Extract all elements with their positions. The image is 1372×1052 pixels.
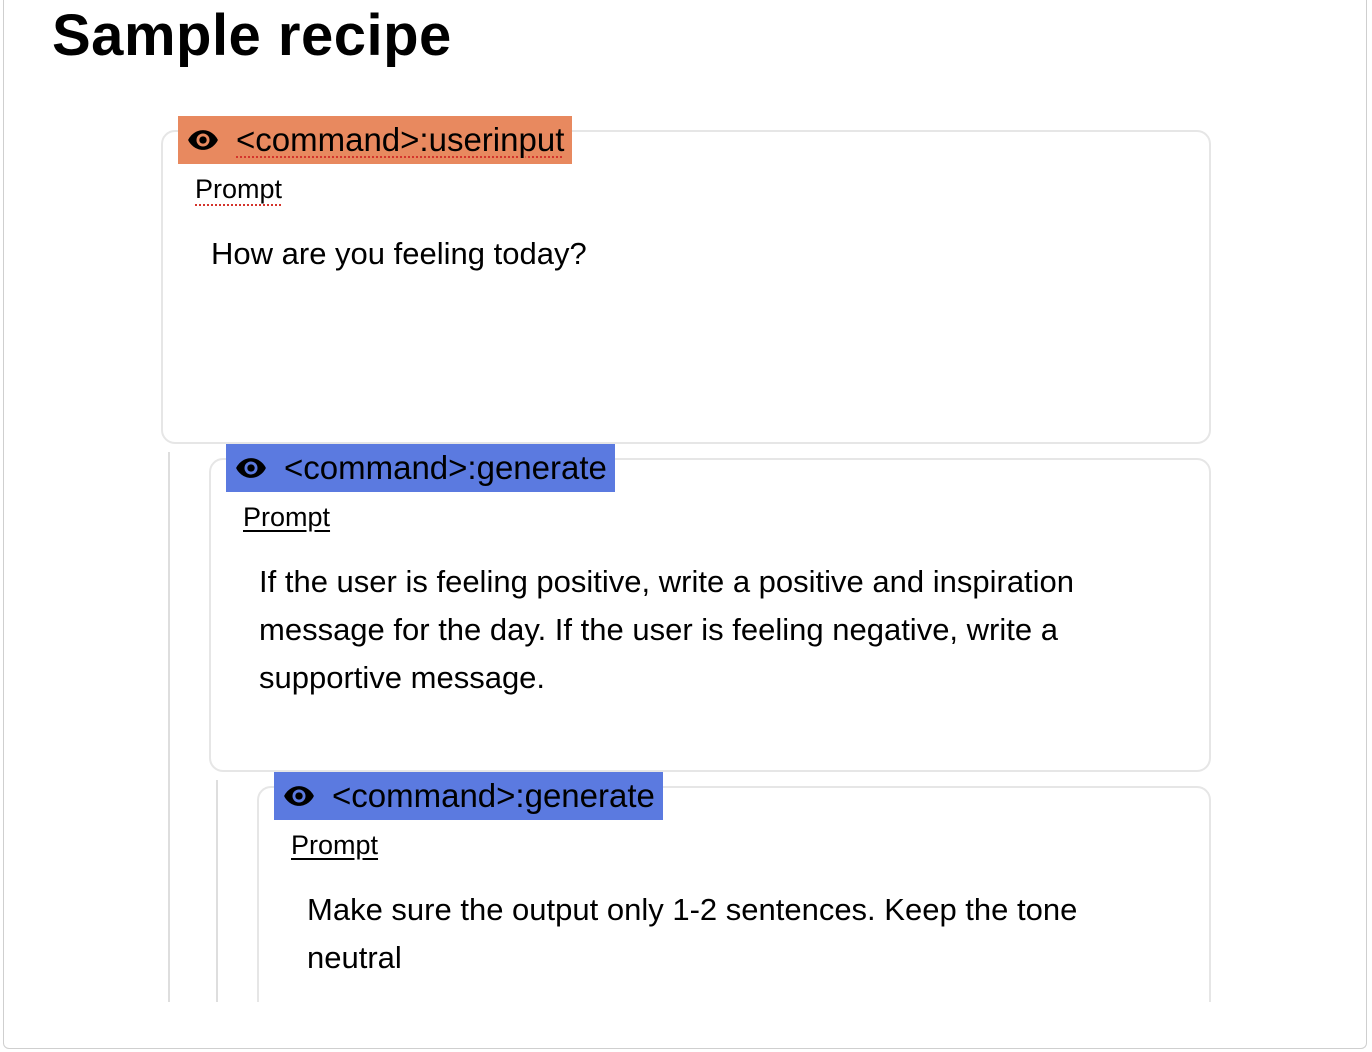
eye-icon[interactable] bbox=[186, 123, 220, 157]
command-tag[interactable]: <command>:generate bbox=[274, 772, 663, 820]
command-tag[interactable]: <command>:generate bbox=[226, 444, 615, 492]
step-card[interactable]: Prompt If the user is feeling positive, … bbox=[209, 458, 1211, 772]
prompt-text[interactable]: Make sure the output only 1-2 sentences.… bbox=[307, 886, 1147, 982]
prompt-text[interactable]: How are you feeling today? bbox=[211, 230, 1171, 278]
eye-icon[interactable] bbox=[234, 451, 268, 485]
prompt-text[interactable]: If the user is feeling positive, write a… bbox=[259, 558, 1159, 702]
prompt-label: Prompt bbox=[195, 174, 283, 204]
prompt-label: Prompt bbox=[291, 830, 379, 860]
recipe-steps: Prompt How are you feeling today? <comma… bbox=[0, 100, 1372, 1002]
page-title: Sample recipe bbox=[52, 3, 452, 68]
prompt-label: Prompt bbox=[243, 502, 331, 532]
eye-icon[interactable] bbox=[282, 779, 316, 813]
nesting-line bbox=[216, 780, 218, 1002]
step-card[interactable]: Prompt How are you feeling today? bbox=[161, 130, 1211, 444]
command-name: <command>:generate bbox=[332, 777, 655, 814]
command-name: <command>:userinput bbox=[236, 121, 565, 158]
command-tag[interactable]: <command>:userinput bbox=[178, 116, 573, 164]
command-name: <command>:generate bbox=[284, 449, 607, 486]
nesting-line bbox=[168, 452, 170, 1002]
